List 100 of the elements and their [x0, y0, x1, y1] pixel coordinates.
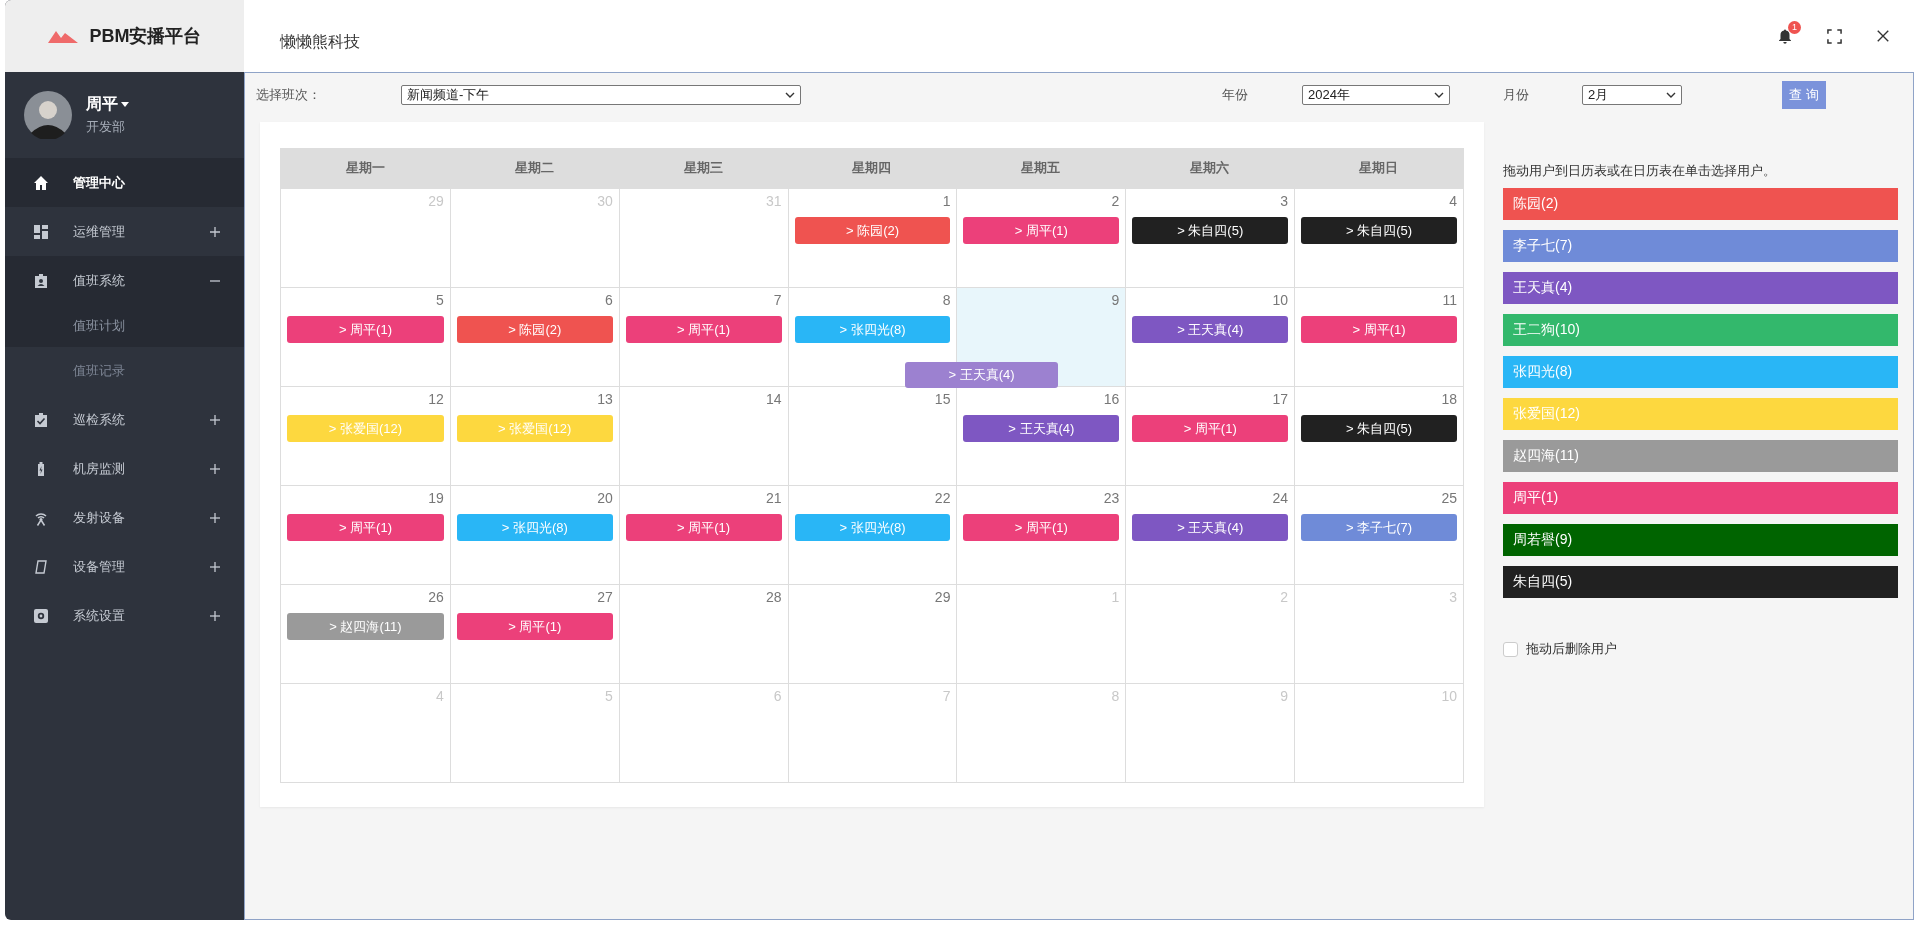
draggable-user[interactable]: 赵四海(11)	[1503, 440, 1898, 472]
day-cell[interactable]: 23 > 周平(1)	[956, 485, 1126, 584]
day-cell[interactable]: 6 > 陈园(2)	[449, 287, 619, 386]
plus-icon	[210, 561, 220, 572]
draggable-user[interactable]: 周平(1)	[1503, 482, 1898, 514]
day-cell[interactable]: 11 > 周平(1)	[1294, 287, 1463, 386]
day-number: 13	[597, 391, 613, 409]
day-cell[interactable]: 3 > 朱自四(5)	[1125, 188, 1295, 287]
duty-event[interactable]: > 张四光(8)	[794, 316, 951, 343]
day-cell[interactable]: 29	[787, 584, 957, 683]
year-label: 年份	[1222, 86, 1249, 104]
draggable-user[interactable]: 李子七(7)	[1503, 230, 1898, 262]
day-number: 10	[1272, 292, 1289, 310]
checkbox[interactable]	[1503, 641, 1518, 657]
menu-item[interactable]: 系统设置	[5, 591, 244, 640]
caret-icon	[785, 92, 795, 98]
avatar	[24, 91, 72, 139]
day-cell[interactable]: 27 > 周平(1)	[449, 584, 619, 683]
duty-event[interactable]: > 张四光(8)	[794, 514, 951, 541]
duty-event[interactable]: > 朱自四(5)	[1132, 217, 1289, 244]
duty-event[interactable]: > 赵四海(11)	[287, 613, 444, 640]
day-cell[interactable]: 18 > 朱自四(5)	[1294, 386, 1463, 485]
day-cell[interactable]: 21 > 周平(1)	[618, 485, 788, 584]
day-cell[interactable]: 10 > 王天真(4)	[1125, 287, 1295, 386]
day-number: 25	[1441, 490, 1457, 508]
day-cell[interactable]: 4 > 朱自四(5)	[1294, 188, 1463, 287]
duty-event[interactable]: > 周平(1)	[963, 514, 1120, 541]
day-cell[interactable]: 25 > 李子七(7)	[1294, 485, 1463, 584]
day-cell[interactable]: 19 > 周平(1)	[281, 485, 450, 584]
duty-event[interactable]: > 周平(1)	[963, 217, 1120, 244]
duty-event[interactable]: > 王天真(4)	[963, 415, 1120, 442]
department-label: 开发部	[86, 118, 126, 136]
weekday-header: 星期三	[618, 148, 788, 188]
plus-icon	[210, 226, 220, 237]
day-cell[interactable]: 28	[618, 584, 788, 683]
duty-event[interactable]: > 周平(1)	[287, 514, 444, 541]
duty-event[interactable]: > 王天真(4)	[1132, 514, 1289, 541]
day-cell[interactable]: 26 > 赵四海(11)	[281, 584, 450, 683]
day-cell[interactable]: 24 > 王天真(4)	[1125, 485, 1295, 584]
plus-icon	[210, 610, 220, 621]
submenu-item[interactable]: 值班计划	[5, 305, 244, 347]
day-number: 1	[942, 193, 951, 211]
notification-bell-icon[interactable]	[1777, 28, 1793, 44]
day-cell[interactable]: 20 > 张四光(8)	[449, 485, 619, 584]
notification-badge: 1	[1788, 21, 1801, 34]
duty-event[interactable]: > 陈园(2)	[794, 217, 951, 244]
clipboard-check-icon	[33, 411, 49, 428]
day-number: 23	[1103, 490, 1120, 508]
fullscreen-icon[interactable]	[1827, 28, 1842, 44]
menu-item[interactable]: 设备管理	[5, 542, 244, 591]
day-cell[interactable]: 5 > 周平(1)	[281, 287, 450, 386]
day-cell[interactable]: 2 > 周平(1)	[956, 188, 1126, 287]
duty-event[interactable]: > 周平(1)	[287, 316, 444, 343]
draggable-user[interactable]: 周若譽(9)	[1503, 524, 1898, 556]
day-cell[interactable]: 22 > 张四光(8)	[787, 485, 957, 584]
draggable-user[interactable]: 朱自四(5)	[1503, 566, 1898, 598]
query-button[interactable]: 查 询	[1782, 81, 1826, 109]
brand-name: PBM安播平台	[89, 25, 202, 48]
month-select[interactable]: 2月	[1582, 85, 1682, 105]
menu-item[interactable]: 值班系统	[5, 256, 244, 305]
duty-event[interactable]: > 周平(1)	[1301, 316, 1457, 343]
menu-item[interactable]: 管理中心	[5, 158, 244, 207]
day-cell[interactable]: 7 > 周平(1)	[618, 287, 788, 386]
day-cell[interactable]: 12 > 张爱国(12)	[281, 386, 450, 485]
draggable-user[interactable]: 王二狗(10)	[1503, 314, 1898, 346]
mountain-logo-icon	[47, 29, 78, 43]
close-icon[interactable]	[1876, 29, 1890, 43]
duty-event[interactable]: > 陈园(2)	[456, 316, 613, 343]
weekday-header: 星期二	[449, 148, 619, 188]
draggable-user[interactable]: 王天真(4)	[1503, 272, 1898, 304]
day-number: 4	[1449, 193, 1457, 211]
draggable-user[interactable]: 张四光(8)	[1503, 356, 1898, 388]
menu-item[interactable]: 机房监测	[5, 444, 244, 493]
duty-event[interactable]: > 周平(1)	[625, 514, 782, 541]
duty-event[interactable]: > 张四光(8)	[456, 514, 613, 541]
day-cell[interactable]: 17 > 周平(1)	[1125, 386, 1295, 485]
duty-event[interactable]: > 朱自四(5)	[1301, 217, 1457, 244]
draggable-user[interactable]: 陈园(2)	[1503, 188, 1898, 220]
menu-item[interactable]: 发射设备	[5, 493, 244, 542]
day-cell[interactable]: 14	[618, 386, 788, 485]
drag-preview-tooltip[interactable]: > 王天真(4)	[905, 362, 1058, 388]
duty-event[interactable]: > 周平(1)	[456, 613, 613, 640]
weekday-header: 星期四	[787, 148, 957, 188]
duty-event[interactable]: > 朱自四(5)	[1301, 415, 1457, 442]
settings-icon	[33, 607, 49, 624]
day-cell[interactable]: 16 > 王天真(4)	[956, 386, 1126, 485]
tablet-icon	[33, 558, 49, 575]
menu-item[interactable]: 运维管理	[5, 207, 244, 256]
weekday-header: 星期六	[1125, 148, 1295, 188]
day-cell[interactable]: 13 > 张爱国(12)	[449, 386, 619, 485]
duty-event[interactable]: > 李子七(7)	[1301, 514, 1457, 541]
duty-event[interactable]: > 王天真(4)	[1132, 316, 1289, 343]
user-name-dropdown[interactable]: 周平	[86, 94, 129, 115]
submenu-item[interactable]: 值班记录	[5, 347, 244, 395]
year-select[interactable]: 2024年	[1302, 85, 1450, 105]
menu-item[interactable]: 巡检系统	[5, 395, 244, 444]
duty-event[interactable]: > 周平(1)	[1132, 415, 1289, 442]
duty-event[interactable]: > 周平(1)	[625, 316, 782, 343]
shift-select[interactable]: 新闻频道-下午	[401, 85, 801, 105]
day-cell[interactable]: 1 > 陈园(2)	[787, 188, 957, 287]
